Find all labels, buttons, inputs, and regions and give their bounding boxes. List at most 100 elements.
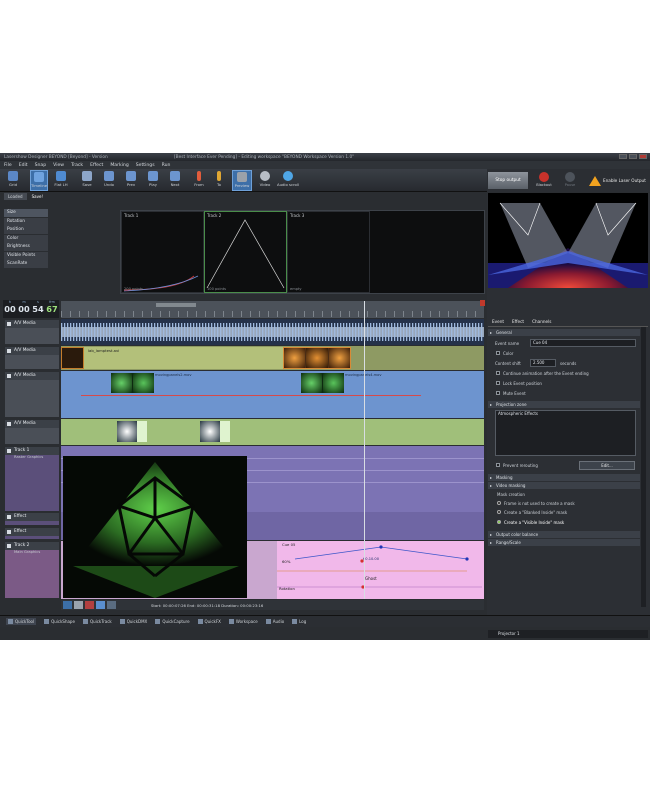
media-clip-c[interactable]: [117, 421, 147, 442]
close-button[interactable]: [639, 154, 647, 159]
to-button[interactable]: To: [210, 170, 228, 191]
tab-quickshape[interactable]: QuickShape: [44, 619, 75, 624]
video-button[interactable]: Video: [256, 170, 274, 191]
snap-button[interactable]: [74, 601, 83, 609]
property-size[interactable]: Size: [4, 209, 48, 217]
prevent-rerouting-checkbox[interactable]: [496, 463, 500, 467]
tab-audio[interactable]: Audio: [265, 619, 284, 624]
maximize-button[interactable]: [629, 154, 637, 159]
section-video-masking[interactable]: Video masking: [488, 482, 640, 489]
graph-panel-3[interactable]: Track 3 empty: [287, 211, 370, 293]
projector-selector[interactable]: Projector 1: [488, 630, 648, 638]
property-visible-points[interactable]: Visible Points: [4, 251, 48, 260]
menu-effect[interactable]: Effect: [90, 163, 103, 168]
tab-effect[interactable]: Effect: [512, 319, 524, 324]
record-button[interactable]: [85, 601, 94, 609]
tab-event[interactable]: Event: [492, 319, 504, 324]
track-header-media-1[interactable]: A/V Media: [4, 346, 60, 370]
panel-scrollbar[interactable]: [641, 327, 646, 607]
tab-quicktool[interactable]: QuickTool: [6, 618, 37, 625]
section-general[interactable]: General: [488, 329, 640, 336]
media-clip-d[interactable]: [200, 421, 230, 442]
section-masking[interactable]: Masking: [488, 474, 640, 481]
track-header-track-1[interactable]: Track 1 Raster Graphics: [4, 446, 60, 512]
mask-option-visible-radio[interactable]: [497, 520, 501, 524]
property-brightness[interactable]: Brightness: [4, 243, 48, 251]
end-marker[interactable]: [480, 300, 485, 306]
save-button[interactable]: Save: [78, 170, 96, 191]
media-clip-thumbnail[interactable]: [61, 347, 84, 369]
tab-quickdmx[interactable]: QuickDMX: [119, 619, 147, 624]
zoom-fit-button[interactable]: [63, 601, 72, 609]
tab-workspace[interactable]: Workspace: [228, 619, 258, 624]
track-header-audio[interactable]: A/V Media: [4, 319, 60, 345]
event-name-field[interactable]: Cue 04: [530, 339, 636, 347]
media-clip-a-thumbnails[interactable]: [111, 373, 154, 393]
menu-snap[interactable]: Snap: [35, 163, 47, 168]
undo-button[interactable]: Undo: [100, 170, 118, 191]
menu-marking[interactable]: Marking: [110, 163, 128, 168]
stop-output-button[interactable]: Stop output: [488, 172, 528, 189]
track-2-event-clip[interactable]: Cue 05 60% 60.10.00 Ghost Rotation: [277, 541, 484, 599]
media-lane-2[interactable]: movingpanels2.mov movingpanels4.mov: [61, 371, 484, 418]
property-position[interactable]: Position: [4, 226, 48, 234]
graph-panel-1[interactable]: Track 1 200 points: [121, 211, 204, 293]
preview-button[interactable]: Preview: [232, 170, 252, 191]
from-button[interactable]: From: [190, 170, 208, 191]
menu-track[interactable]: Track: [71, 163, 83, 168]
minimize-button[interactable]: [619, 154, 627, 159]
menu-settings[interactable]: Settings: [136, 163, 155, 168]
playhead[interactable]: [364, 301, 365, 599]
media-clip-thumbnails[interactable]: [283, 347, 351, 369]
track-header-track-2[interactable]: Track 2 Main Graphics: [4, 541, 60, 599]
media-lane-1[interactable]: lab_lamptest.avi: [61, 346, 484, 370]
tab-channels[interactable]: Channels: [532, 319, 551, 324]
menu-file[interactable]: File: [4, 163, 12, 168]
video-preview-window[interactable]: [63, 456, 247, 598]
track-header-media-2[interactable]: A/V Media: [4, 371, 60, 418]
track-header-effect-2[interactable]: Effect: [4, 527, 60, 540]
prev-button[interactable]: Prev: [122, 170, 140, 191]
flat-lh-button[interactable]: Flat LH: [52, 170, 70, 191]
timeline-button[interactable]: Timeline: [30, 170, 48, 191]
audio-waveform-lane[interactable]: [61, 319, 484, 345]
tab-quickcapture[interactable]: QuickCapture: [155, 619, 190, 624]
mask-option-blanked-radio[interactable]: [497, 510, 501, 514]
timeline-ruler[interactable]: [61, 301, 484, 318]
menu-edit[interactable]: Edit: [19, 163, 28, 168]
property-scanrate[interactable]: ScanRate: [4, 260, 48, 268]
pause-button[interactable]: Pause: [559, 171, 581, 190]
property-color[interactable]: Color: [4, 234, 48, 243]
tab-log[interactable]: Log: [292, 619, 306, 624]
edit-zone-button[interactable]: Edit...: [579, 461, 635, 470]
graph-panel-2[interactable]: Track 2 100 points: [204, 211, 287, 293]
next-button[interactable]: Next: [166, 170, 184, 191]
tab-loaded[interactable]: Loaded: [4, 193, 27, 200]
audio-scroll-button[interactable]: Audio scroll: [276, 170, 300, 191]
content-shift-input[interactable]: 2.500: [530, 359, 556, 367]
media-lane-3[interactable]: [61, 419, 484, 445]
menu-view[interactable]: View: [53, 163, 64, 168]
tab-save[interactable]: Save!: [27, 193, 48, 200]
continue-animation-checkbox[interactable]: [496, 371, 500, 375]
loop-button[interactable]: [96, 601, 105, 609]
mute-event-checkbox[interactable]: [496, 391, 500, 395]
lock-position-checkbox[interactable]: [496, 381, 500, 385]
track-header-effect-1[interactable]: Effect: [4, 512, 60, 526]
blackout-button[interactable]: Blackout: [533, 171, 555, 190]
projection-zone-list[interactable]: Atmospheric Effects: [495, 410, 636, 456]
laser-output-preview[interactable]: [488, 193, 648, 288]
tab-quickfx[interactable]: QuickFX: [197, 619, 221, 624]
zone-item[interactable]: Atmospheric Effects: [498, 411, 538, 416]
tool-button[interactable]: [107, 601, 116, 609]
mask-option-none-radio[interactable]: [497, 501, 501, 505]
property-rotation[interactable]: Rotation: [4, 217, 48, 226]
play-button[interactable]: Play: [144, 170, 162, 191]
grid-button[interactable]: Grid: [4, 170, 22, 191]
color-checkbox[interactable]: [496, 351, 500, 355]
track-header-media-3[interactable]: A/V Media: [4, 419, 60, 445]
tab-quicktrack[interactable]: QuickTrack: [82, 619, 112, 624]
section-output-color-balance[interactable]: Output color balance: [488, 531, 640, 538]
media-clip-b-thumbnails[interactable]: [301, 373, 344, 393]
enable-laser-output-button[interactable]: Enable Laser Output: [589, 171, 649, 190]
